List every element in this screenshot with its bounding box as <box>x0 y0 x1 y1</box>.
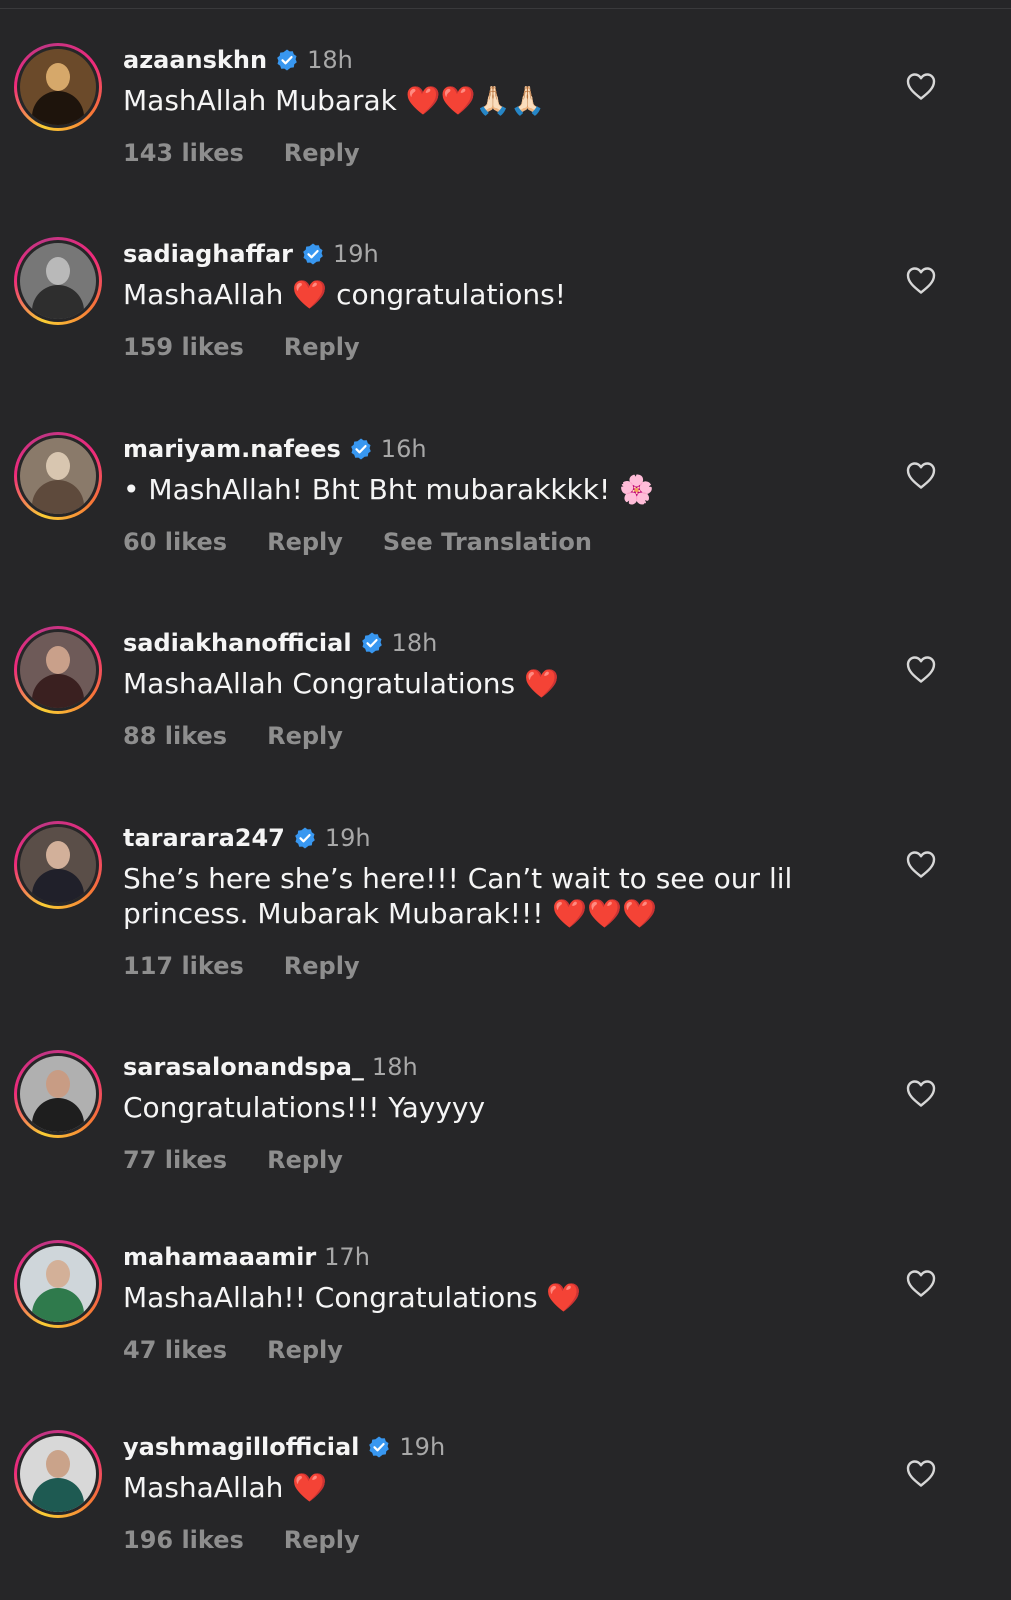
avatar[interactable] <box>14 1050 102 1138</box>
timestamp: 19h <box>324 824 371 852</box>
timestamp: 18h <box>371 1053 418 1081</box>
reply-button[interactable]: Reply <box>267 722 343 750</box>
reply-button[interactable]: Reply <box>267 528 343 556</box>
heart-outline-icon[interactable] <box>905 1458 937 1488</box>
comment-header: sadiakhanofficial 18h <box>123 628 437 658</box>
comment-text: MashaAllah ❤️ congratulations! <box>123 278 566 311</box>
timestamp: 17h <box>324 1243 370 1271</box>
comment-text: MashaAllah!! Congratulations ❤️ <box>123 1281 582 1314</box>
comment-actions: 117 likes Reply <box>123 952 360 980</box>
comment-header: sarasalonandspa_ 18h <box>123 1052 418 1082</box>
reply-button[interactable]: Reply <box>267 1336 343 1364</box>
likes-count-button[interactable]: 117 likes <box>123 952 244 980</box>
avatar-photo <box>20 827 96 903</box>
reply-button[interactable]: Reply <box>284 333 360 361</box>
heart-outline-icon[interactable] <box>905 71 937 101</box>
avatar[interactable] <box>14 1240 102 1328</box>
see-translation-button[interactable]: See Translation <box>383 528 592 556</box>
avatar-photo <box>20 632 96 708</box>
reply-button[interactable]: Reply <box>284 139 360 167</box>
timestamp: 19h <box>399 1433 446 1461</box>
comment-header: mariyam.nafees 16h <box>123 434 427 464</box>
verified-badge-icon <box>350 438 371 460</box>
comment-actions: 143 likes Reply <box>123 139 360 167</box>
username-link[interactable]: tararara247 <box>123 824 285 852</box>
likes-count-button[interactable]: 77 likes <box>123 1146 227 1174</box>
likes-count-button[interactable]: 143 likes <box>123 139 244 167</box>
comment-text: MashAllah Mubarak ❤️❤️🙏🏻🙏🏻 <box>123 84 546 117</box>
comment-header: azaanskhn 18h <box>123 45 353 75</box>
comment-actions: 88 likes Reply <box>123 722 343 750</box>
reply-button[interactable]: Reply <box>284 952 360 980</box>
heart-outline-icon[interactable] <box>905 654 937 684</box>
comment-actions: 60 likes Reply See Translation <box>123 528 592 556</box>
avatar[interactable] <box>14 1430 102 1518</box>
comment-text: Congratulations!!! Yayyyy <box>123 1091 486 1124</box>
top-divider <box>0 8 1011 9</box>
heart-outline-icon[interactable] <box>905 849 937 879</box>
comment-actions: 159 likes Reply <box>123 333 360 361</box>
likes-count-button[interactable]: 196 likes <box>123 1526 244 1554</box>
reply-button[interactable]: Reply <box>267 1146 343 1174</box>
comment-header: sadiaghaffar 19h <box>123 239 379 269</box>
verified-badge-icon <box>369 1436 390 1458</box>
avatar-photo <box>20 1246 96 1322</box>
username-link[interactable]: azaanskhn <box>123 46 267 74</box>
comment-header: yashmagillofficial 19h <box>123 1432 445 1462</box>
comment-header: mahamaaamir 17h <box>123 1242 370 1272</box>
likes-count-button[interactable]: 60 likes <box>123 528 227 556</box>
heart-outline-icon[interactable] <box>905 1268 937 1298</box>
username-link[interactable]: sarasalonandspa_ <box>123 1053 364 1081</box>
heart-outline-icon[interactable] <box>905 265 937 295</box>
comment-actions: 77 likes Reply <box>123 1146 343 1174</box>
heart-outline-icon[interactable] <box>905 1078 937 1108</box>
timestamp: 18h <box>391 629 438 657</box>
avatar-photo <box>20 49 96 125</box>
timestamp: 16h <box>380 435 427 463</box>
username-link[interactable]: sadiaghaffar <box>123 240 293 268</box>
username-link[interactable]: mahamaaamir <box>123 1243 316 1271</box>
timestamp: 18h <box>307 46 353 74</box>
verified-badge-icon <box>361 632 382 654</box>
avatar[interactable] <box>14 432 102 520</box>
avatar[interactable] <box>14 43 102 131</box>
avatar[interactable] <box>14 626 102 714</box>
avatar-photo <box>20 1056 96 1132</box>
heart-outline-icon[interactable] <box>905 460 937 490</box>
likes-count-button[interactable]: 88 likes <box>123 722 227 750</box>
verified-badge-icon <box>277 49 297 71</box>
comment-actions: 196 likes Reply <box>123 1526 360 1554</box>
verified-badge-icon <box>303 243 323 265</box>
avatar[interactable] <box>14 237 102 325</box>
username-link[interactable]: mariyam.nafees <box>123 435 341 463</box>
likes-count-button[interactable]: 159 likes <box>123 333 244 361</box>
comment-text: MashaAllah ❤️ <box>123 1471 328 1504</box>
comment-text: • MashAllah! Bht Bht mubarakkkk! 🌸 <box>123 473 654 506</box>
username-link[interactable]: sadiakhanofficial <box>123 629 352 657</box>
comment-text: MashaAllah Congratulations ❤️ <box>123 667 559 700</box>
comment-actions: 47 likes Reply <box>123 1336 343 1364</box>
comment-header: tararara247 19h <box>123 823 371 853</box>
verified-badge-icon <box>295 827 315 849</box>
comment-text: She’s here she’s here!!! Can’t wait to s… <box>123 862 793 930</box>
likes-count-button[interactable]: 47 likes <box>123 1336 227 1364</box>
reply-button[interactable]: Reply <box>284 1526 360 1554</box>
avatar-photo <box>20 243 96 319</box>
timestamp: 19h <box>333 240 379 268</box>
username-link[interactable]: yashmagillofficial <box>123 1433 359 1461</box>
avatar[interactable] <box>14 821 102 909</box>
avatar-photo <box>20 438 96 514</box>
avatar-photo <box>20 1436 96 1512</box>
